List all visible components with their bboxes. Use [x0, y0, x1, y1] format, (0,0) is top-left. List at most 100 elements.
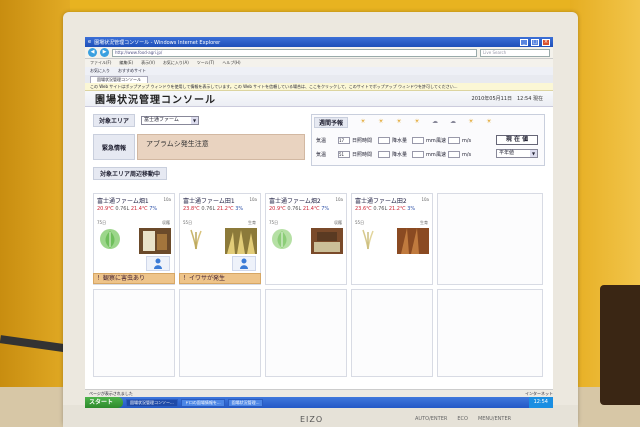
field-name: 富士通ファーム畑2: [269, 198, 321, 205]
empty-field-slot: [265, 289, 347, 377]
field-photo[interactable]: [139, 228, 171, 254]
field-card[interactable]: 富士通ファーム田1 10a 23.8℃ 0.76L 21.2℃ 3% 55日 生…: [179, 193, 261, 285]
forward-icon[interactable]: ▶: [100, 48, 109, 57]
browser-statusbar: ページが表示されました インターネット: [85, 389, 553, 397]
ie-icon: e: [88, 39, 92, 45]
alert-label: 緊急情報: [93, 134, 135, 160]
growth-days: 75日: [97, 220, 107, 225]
field-name: 富士通ファーム田2: [355, 198, 407, 205]
status-text: ページが表示されました: [89, 391, 133, 396]
rainfall: 0.76L: [287, 206, 302, 212]
sun-icon: ☀: [378, 118, 384, 125]
current-value-button[interactable]: 現 在 値: [496, 135, 538, 145]
worker-icon[interactable]: [232, 256, 256, 271]
taskbar-item[interactable]: 園場状況管理コンソー...: [126, 398, 178, 407]
row1-rain-field[interactable]: [412, 137, 424, 144]
row2-sun-field[interactable]: [378, 151, 390, 158]
console-page: 園場状況管理コンソール 2010年05月11日 12:54 現在 対象エリア 富…: [85, 91, 553, 389]
row2-rain-field[interactable]: [412, 151, 424, 158]
favorites-bar: お気に入り おすすめサイト: [85, 67, 553, 75]
suggested-sites-button[interactable]: おすすめサイト: [118, 68, 146, 74]
field-name: 富士通ファーム畑1: [97, 198, 149, 205]
field-values: 23.8℃ 0.76L 21.2℃ 3%: [183, 206, 243, 212]
growth-days: 75日: [269, 220, 279, 225]
row1-rain-unit: mm: [426, 137, 436, 144]
menu-view[interactable]: 表示(V): [141, 60, 155, 66]
browser-titlebar: e 園場状況管理コンソール - Windows Internet Explore…: [85, 37, 553, 47]
field-card[interactable]: 富士通ファーム畑2 10a 20.9℃ 0.76L 21.4℃ 7% 75日 収…: [265, 193, 347, 285]
row2-sun-label: 日照時間: [352, 152, 373, 158]
close-icon[interactable]: ×: [542, 38, 550, 46]
pest-warning[interactable]: ！イワサが発生: [179, 273, 261, 284]
monitor-button-eco[interactable]: ECO: [457, 416, 468, 422]
area-select[interactable]: 富士通ファーム ▼: [141, 116, 199, 125]
monitor-button-auto[interactable]: AUTO/ENTER: [415, 416, 447, 422]
menu-help[interactable]: ヘルプ(H): [222, 60, 240, 66]
field-card[interactable]: 富士通ファーム畑1 10a 20.9℃ 0.76L 21.4℃ 7% 75日 収…: [93, 193, 175, 285]
rice-icon: [190, 229, 202, 250]
window-title: 園場状況管理コンソール - Windows Internet Explorer: [94, 39, 221, 46]
desk-tray: [600, 285, 640, 405]
search-input[interactable]: Live Search: [480, 48, 550, 57]
row2-label: 気温: [316, 152, 327, 158]
row2-wind-label: 風速: [436, 152, 447, 158]
page-header: 園場状況管理コンソール 2010年05月11日 12:54 現在: [85, 91, 553, 107]
monitor-button-labels: AUTO/ENTER ECO MENU/ENTER: [415, 416, 511, 422]
row1-wind-field[interactable]: [448, 137, 460, 144]
minimize-icon[interactable]: _: [520, 38, 528, 46]
growth-stage: 収穫: [162, 220, 170, 225]
menu-edit[interactable]: 編集(E): [119, 60, 133, 66]
soil-temp: 21.2℃: [216, 206, 234, 212]
row2-temp-field[interactable]: 51: [338, 151, 350, 158]
field-name: 富士通ファーム田1: [183, 198, 235, 205]
forecast-row-2: 気温 51 日照時間 降水量 mm 風速 m/s: [316, 151, 471, 158]
system-clock[interactable]: 12:54: [528, 397, 553, 408]
worker-icon[interactable]: [146, 256, 170, 271]
menu-favorites[interactable]: お気に入り(A): [163, 60, 189, 66]
air-temp: 20.9℃: [269, 206, 286, 212]
period-select[interactable]: 平年値 ▼: [496, 149, 538, 158]
back-icon[interactable]: ◀: [88, 48, 97, 57]
empty-field-slot: [351, 289, 433, 377]
empty-field-slot: [93, 289, 175, 377]
field-values: 20.9℃ 0.76L 21.4℃ 7%: [97, 206, 157, 212]
menu-file[interactable]: ファイル(F): [90, 60, 111, 66]
favorites-button[interactable]: お気に入り: [90, 68, 110, 74]
row2-rain-label: 降水量: [392, 152, 408, 158]
start-button[interactable]: スタート: [85, 397, 123, 408]
field-photo[interactable]: [397, 228, 429, 254]
tab-bar: 園場状況管理コンソール: [85, 75, 553, 83]
maximize-icon[interactable]: □: [531, 38, 539, 46]
nearby-move-button[interactable]: 対象エリア周辺移動中: [93, 167, 167, 180]
area-select-value: 富士通ファーム: [144, 117, 179, 123]
taskbar-item[interactable]: ドロの園場情報を...: [180, 398, 225, 407]
field-photo[interactable]: [225, 228, 257, 254]
chevron-down-icon: ▼: [191, 117, 198, 124]
soil-temp: 21.4℃: [130, 206, 148, 212]
page-datetime: 2010年05月11日 12:54 現在: [471, 96, 543, 102]
empty-field-slot: [437, 193, 543, 285]
air-temp: 23.8℃: [183, 206, 200, 212]
air-temp: 20.9℃: [97, 206, 114, 212]
row1-sun-field[interactable]: [378, 137, 390, 144]
sun-cloud-icon: ☀: [396, 118, 402, 125]
url-input[interactable]: http://www.food-agri.jp/: [112, 48, 477, 57]
row1-temp-field[interactable]: 17: [338, 137, 350, 144]
row2-wind-field[interactable]: [448, 151, 460, 158]
menu-bar: ファイル(F) 編集(E) 表示(V) お気に入り(A) ツール(T) ヘルプ(…: [85, 59, 553, 67]
pest-warning[interactable]: ！観察に害虫あり: [93, 273, 175, 284]
cloud-icon: ☁: [450, 118, 456, 125]
background-wall-left: [0, 0, 70, 427]
monitor-button-menu[interactable]: MENU/ENTER: [478, 416, 511, 422]
field-card[interactable]: 富士通ファーム田2 10a 23.6℃ 0.76L 21.2℃ 3% 55日 生…: [351, 193, 433, 285]
popup-infobar[interactable]: この Web サイトはポップアップ ウィンドウを使用して情報を表示しています。こ…: [85, 83, 553, 91]
taskbar-item[interactable]: 園場状況管理...: [227, 398, 264, 407]
soil-moisture: 7%: [321, 206, 330, 212]
soil-moisture: 3%: [235, 206, 244, 212]
field-area: 10a: [335, 197, 343, 202]
row1-label: 気温: [316, 138, 327, 144]
tab-console[interactable]: 園場状況管理コンソール: [90, 76, 148, 83]
field-photo[interactable]: [311, 228, 343, 254]
menu-tools[interactable]: ツール(T): [197, 60, 215, 66]
row2-wind-unit: m/s: [462, 151, 472, 158]
